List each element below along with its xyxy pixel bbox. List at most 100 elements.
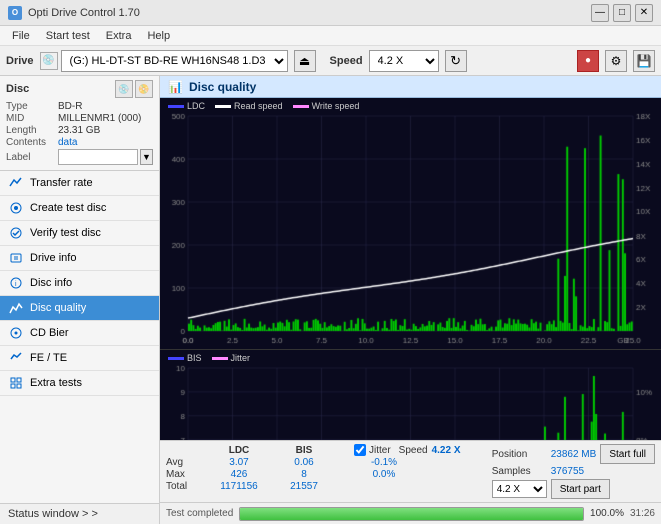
stats-speed-select[interactable]: 4.2 X <box>492 480 547 498</box>
type-key: Type <box>6 101 58 112</box>
menu-bar: File Start test Extra Help <box>0 26 661 46</box>
disc-button[interactable]: ● <box>577 50 599 72</box>
legend-read-speed-line <box>215 105 231 108</box>
start-full-button[interactable]: Start full <box>600 444 655 464</box>
disc-icon-1[interactable]: 💿 <box>115 80 133 98</box>
sidebar-item-drive-info[interactable]: Drive info <box>0 246 159 271</box>
contents-key: Contents <box>6 137 58 148</box>
legend-write-speed-line <box>293 105 309 108</box>
max-jitter: 0.0% <box>354 469 414 480</box>
disc-label-input[interactable] <box>58 149 138 165</box>
sidebar-item-disc-quality[interactable]: Disc quality <box>0 296 159 321</box>
nav-create-test-disc-label: Create test disc <box>30 202 106 214</box>
sidebar-item-verify-test-disc[interactable]: Verify test disc <box>0 221 159 246</box>
total-bis: 21557 <box>274 481 334 492</box>
drive-toolbar: Drive 💿 (G:) HL-DT-ST BD-RE WH16NS48 1.D… <box>0 46 661 76</box>
legend-jitter-line <box>212 357 228 360</box>
legend-bis-line <box>168 357 184 360</box>
sidebar-item-disc-info[interactable]: i Disc info <box>0 271 159 296</box>
sidebar-item-create-test-disc[interactable]: Create test disc <box>0 196 159 221</box>
sidebar-item-cd-bier[interactable]: CD Bier <box>0 321 159 346</box>
menu-file[interactable]: File <box>4 28 38 44</box>
legend-ldc-text: LDC <box>187 101 205 111</box>
length-key: Length <box>6 125 58 136</box>
ldc-chart: LDC Read speed Write speed <box>160 98 661 350</box>
total-label: Total <box>166 481 204 492</box>
disc-quality-header-icon: 📊 <box>168 80 183 94</box>
settings-button[interactable]: ⚙ <box>605 50 627 72</box>
svg-text:i: i <box>15 281 17 288</box>
menu-start-test[interactable]: Start test <box>38 28 98 44</box>
save-button[interactable]: 💾 <box>633 50 655 72</box>
start-part-button[interactable]: Start part <box>551 479 610 499</box>
drive-select[interactable]: (G:) HL-DT-ST BD-RE WH16NS48 1.D3 <box>61 50 288 72</box>
close-button[interactable]: ✕ <box>635 4 653 22</box>
progress-bar-fill <box>240 508 583 520</box>
top-chart-legend: LDC Read speed Write speed <box>168 101 359 111</box>
status-window-button[interactable]: Status window > > <box>0 503 159 524</box>
charts-container: LDC Read speed Write speed <box>160 98 661 440</box>
nav-items: Transfer rate Create test disc Verify te… <box>0 171 159 503</box>
bis-chart: BIS Jitter <box>160 350 661 440</box>
position-val: 23862 MB <box>551 449 597 460</box>
stats-header: LDC BIS Jitter Speed 4.22 X <box>166 444 484 456</box>
menu-help[interactable]: Help <box>139 28 178 44</box>
sidebar-item-fe-te[interactable]: FE / TE <box>0 346 159 371</box>
time-text: 31:26 <box>630 508 655 519</box>
nav-verify-test-disc-label: Verify test disc <box>30 227 101 239</box>
drive-label: Drive <box>6 55 34 67</box>
max-ldc: 426 <box>204 469 274 480</box>
speed-current-val: 4.22 X <box>432 445 461 456</box>
refresh-button[interactable]: ↻ <box>445 50 467 72</box>
title-bar-left: O Opti Drive Control 1.70 <box>8 6 140 20</box>
sidebar-item-transfer-rate[interactable]: Transfer rate <box>0 171 159 196</box>
disc-icon-2[interactable]: 📀 <box>135 80 153 98</box>
nav-cd-bier-label: CD Bier <box>30 327 69 339</box>
max-label: Max <box>166 469 204 480</box>
legend-jitter-text: Jitter <box>231 353 251 363</box>
eject-button[interactable]: ⏏ <box>294 50 316 72</box>
stats-max-row: Max 426 8 0.0% <box>166 469 484 480</box>
legend-read-speed-text: Read speed <box>234 101 283 111</box>
app-icon: O <box>8 6 22 20</box>
samples-val: 376755 <box>551 466 584 477</box>
nav-fe-te-label: FE / TE <box>30 352 67 364</box>
create-test-disc-icon <box>8 200 24 216</box>
bis-col-header: BIS <box>274 445 334 456</box>
cd-bier-icon <box>8 325 24 341</box>
samples-row: Samples 376755 <box>492 466 655 477</box>
disc-contents-row: Contents data <box>6 137 153 148</box>
disc-quality-title: Disc quality <box>189 80 256 94</box>
menu-extra[interactable]: Extra <box>98 28 140 44</box>
legend-bis-text: BIS <box>187 353 202 363</box>
minimize-button[interactable]: — <box>591 4 609 22</box>
progress-bar-container <box>239 507 584 521</box>
speed-select[interactable]: 4.2 X <box>369 50 439 72</box>
nav-drive-info-label: Drive info <box>30 252 76 264</box>
nav-disc-quality-label: Disc quality <box>30 302 86 314</box>
stats-main-row: LDC BIS Jitter Speed 4.22 X <box>166 444 655 499</box>
disc-quality-icon <box>8 300 24 316</box>
label-btn[interactable]: ▼ <box>140 149 153 165</box>
ldc-col-header: LDC <box>204 445 274 456</box>
disc-type-row: Type BD-R <box>6 101 153 112</box>
legend-read-speed: Read speed <box>215 101 283 111</box>
sidebar-item-extra-tests[interactable]: Extra tests <box>0 371 159 396</box>
window-controls: — □ ✕ <box>591 4 653 22</box>
avg-bis: 0.06 <box>274 457 334 468</box>
extra-tests-icon <box>8 375 24 391</box>
disc-panel: Disc 💿 📀 Type BD-R MID MILLENMR1 (000) <box>0 76 159 171</box>
avg-ldc: 3.07 <box>204 457 274 468</box>
position-row: Position 23862 MB Start full <box>492 444 655 464</box>
legend-ldc: LDC <box>168 101 205 111</box>
bottom-bar: Test completed 100.0% 31:26 <box>160 502 661 524</box>
main-layout: Disc 💿 📀 Type BD-R MID MILLENMR1 (000) <box>0 76 661 524</box>
maximize-button[interactable]: □ <box>613 4 631 22</box>
legend-write-speed-text: Write speed <box>312 101 360 111</box>
label-key: Label <box>6 152 58 163</box>
nav-disc-info-label: Disc info <box>30 277 72 289</box>
verify-test-disc-icon <box>8 225 24 241</box>
jitter-checkbox[interactable] <box>354 444 366 456</box>
legend-write-speed: Write speed <box>293 101 360 111</box>
fe-te-icon <box>8 350 24 366</box>
